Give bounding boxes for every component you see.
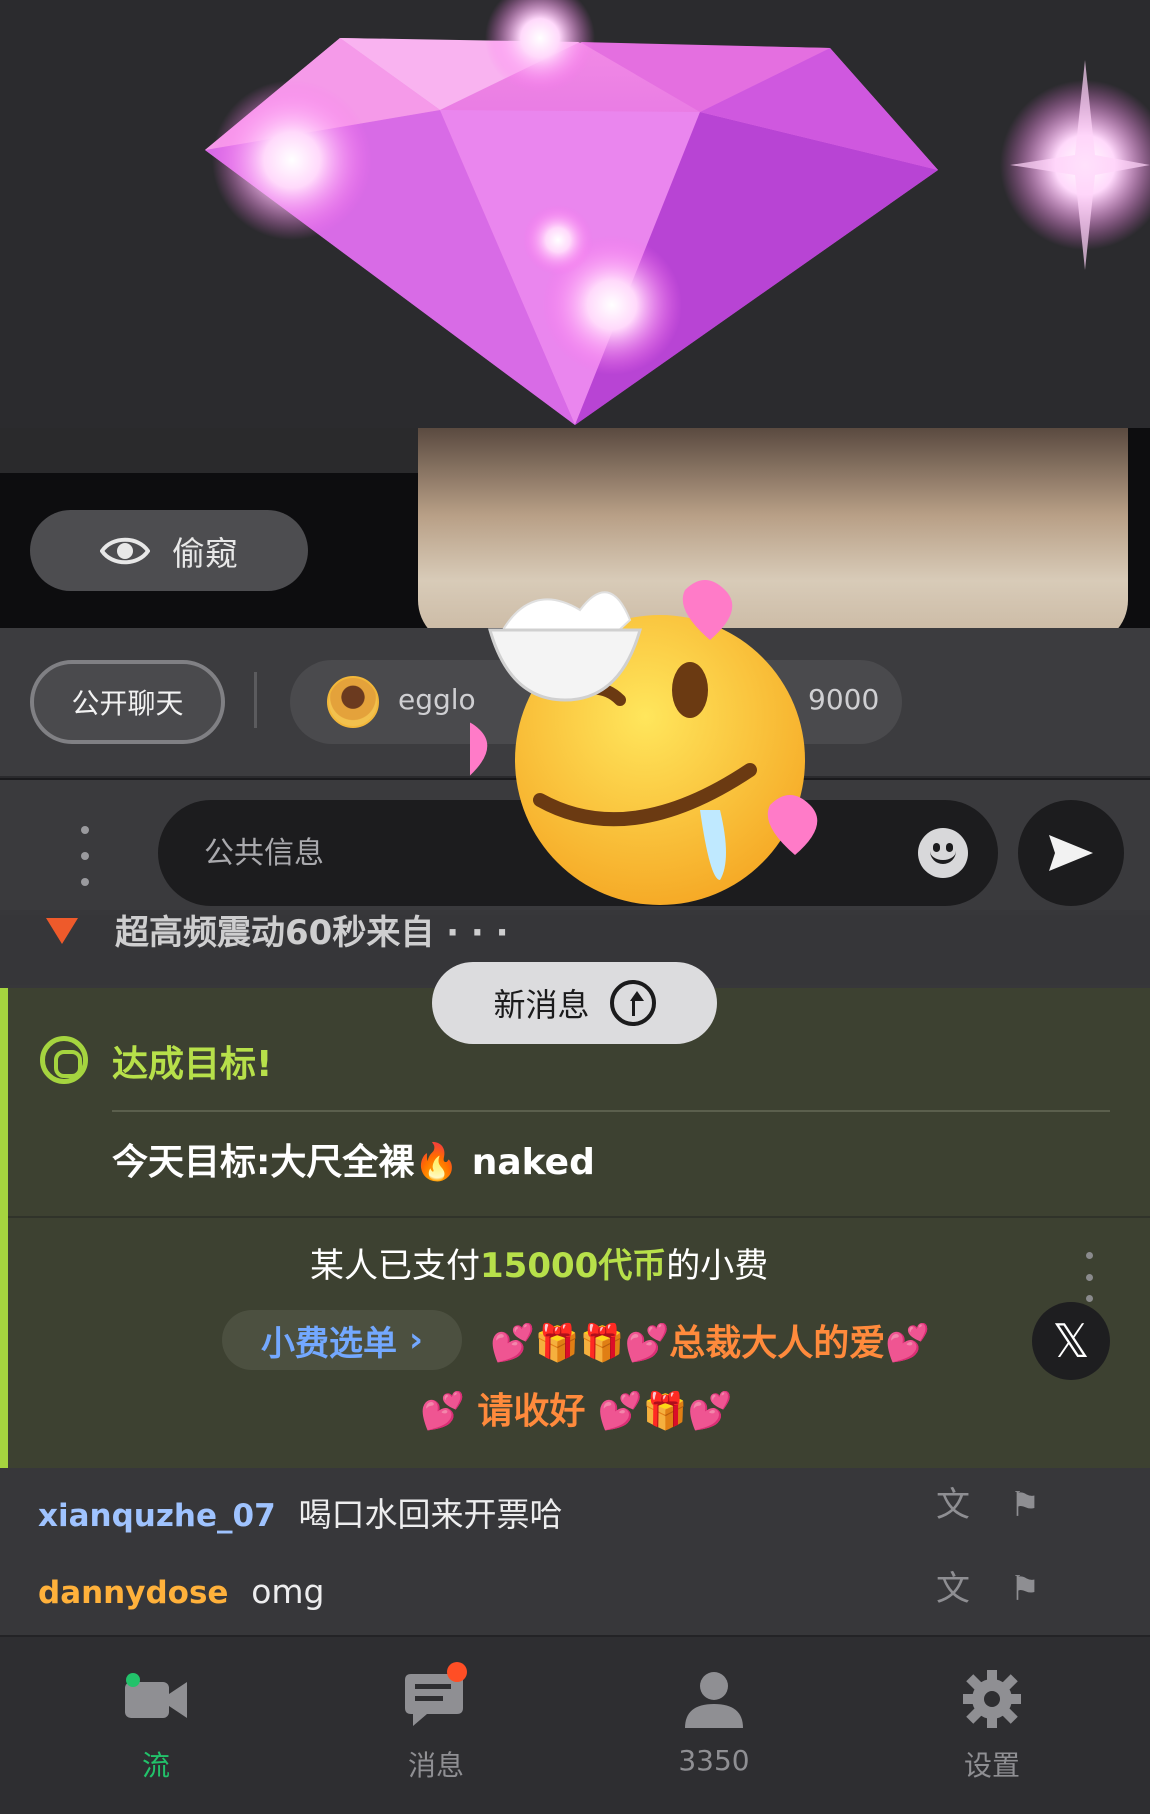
goal-divider	[112, 1110, 1110, 1112]
message-icon	[401, 1662, 471, 1730]
tab-public-chat[interactable]: 公开聊天	[30, 660, 225, 744]
chevron-right-icon: ›	[408, 1320, 423, 1360]
more-options-button[interactable]	[62, 826, 108, 886]
nav-item-settings[interactable]: 设置	[912, 1668, 1072, 1788]
goal-title: 达成目标!	[112, 1044, 273, 1085]
translate-icon[interactable]: 文	[932, 1484, 974, 1526]
diamond-gift-icon	[205, 0, 1150, 425]
send-button[interactable]	[1018, 800, 1124, 906]
peek-top-strip	[0, 428, 420, 473]
peek-label: 偷窥	[172, 533, 238, 573]
system-message-text: 超高频震动60秒来自 · · ·	[115, 913, 509, 953]
flag-icon[interactable]: ⚑	[1004, 1568, 1046, 1610]
chat-message-row: dannydose omg 文 ⚑	[0, 1552, 1150, 1634]
nav-item-label: 消息	[407, 1749, 464, 1782]
chat-message-text: omg	[251, 1572, 325, 1611]
tip-prefix: 某人已支付	[310, 1246, 480, 1286]
nav-item-stream[interactable]: 流	[76, 1668, 236, 1788]
chat-message-text: 喝口水回来开票哈	[298, 1495, 563, 1534]
tip-menu-label: 小费选单	[260, 1323, 397, 1364]
eye-icon	[100, 537, 150, 564]
nav-item-profile[interactable]: 3350	[634, 1668, 794, 1788]
arrow-up-icon	[609, 980, 656, 1026]
chat-username[interactable]: xianquzhe_07 喝口水回来开票哈	[38, 1488, 562, 1536]
more-vertical-icon[interactable]	[1082, 1252, 1096, 1302]
send-icon	[1049, 835, 1093, 871]
nav-item-label: 流	[141, 1749, 170, 1782]
tabs-divider	[254, 672, 257, 728]
x-logo-icon[interactable]: 𝕏	[1032, 1302, 1110, 1380]
target-icon	[40, 1036, 88, 1084]
card-separator	[8, 1216, 1150, 1218]
peek-button[interactable]: 偷窥	[30, 510, 308, 591]
avatar	[327, 676, 379, 728]
tab-private-username: egglo	[398, 683, 476, 716]
vibration-icon	[46, 918, 78, 944]
new-messages-label: 新消息	[493, 986, 590, 1024]
flag-icon[interactable]: ⚑	[1004, 1484, 1046, 1526]
goal-text: 今天目标:大尺全裸🔥 naked	[112, 1142, 595, 1183]
tab-public-label: 公开聊天	[71, 687, 184, 720]
tip-notice: 某人已支付15000代币的小费	[310, 1238, 768, 1287]
person-icon	[679, 1668, 749, 1730]
drooling-face-sticker	[470, 580, 818, 905]
tip-menu-button[interactable]: 小费选单 ›	[222, 1310, 462, 1370]
nav-item-label: 设置	[963, 1749, 1020, 1782]
nav-item-label: 3350	[678, 1744, 750, 1777]
chat-message-row: xianquzhe_07 喝口水回来开票哈 文 ⚑	[0, 1468, 1150, 1550]
new-messages-button[interactable]: 新消息	[432, 962, 717, 1044]
chat-username[interactable]: dannydose omg	[38, 1572, 325, 1611]
nav-item-messages[interactable]: 消息	[356, 1662, 516, 1788]
unread-badge	[447, 1662, 467, 1682]
gift-banner	[0, 0, 1150, 428]
tip-note-line-2: 💕 请收好 💕🎁💕	[420, 1391, 733, 1432]
tip-amount: 15000代币	[480, 1246, 667, 1286]
smiley-icon[interactable]	[918, 828, 968, 878]
tip-suffix: 的小费	[666, 1246, 769, 1286]
tip-note-line-1: 💕🎁🎁💕总裁大人的爱💕	[490, 1323, 931, 1364]
gear-icon	[957, 1668, 1027, 1730]
video-camera-icon	[121, 1668, 191, 1730]
translate-icon[interactable]: 文	[932, 1568, 974, 1610]
